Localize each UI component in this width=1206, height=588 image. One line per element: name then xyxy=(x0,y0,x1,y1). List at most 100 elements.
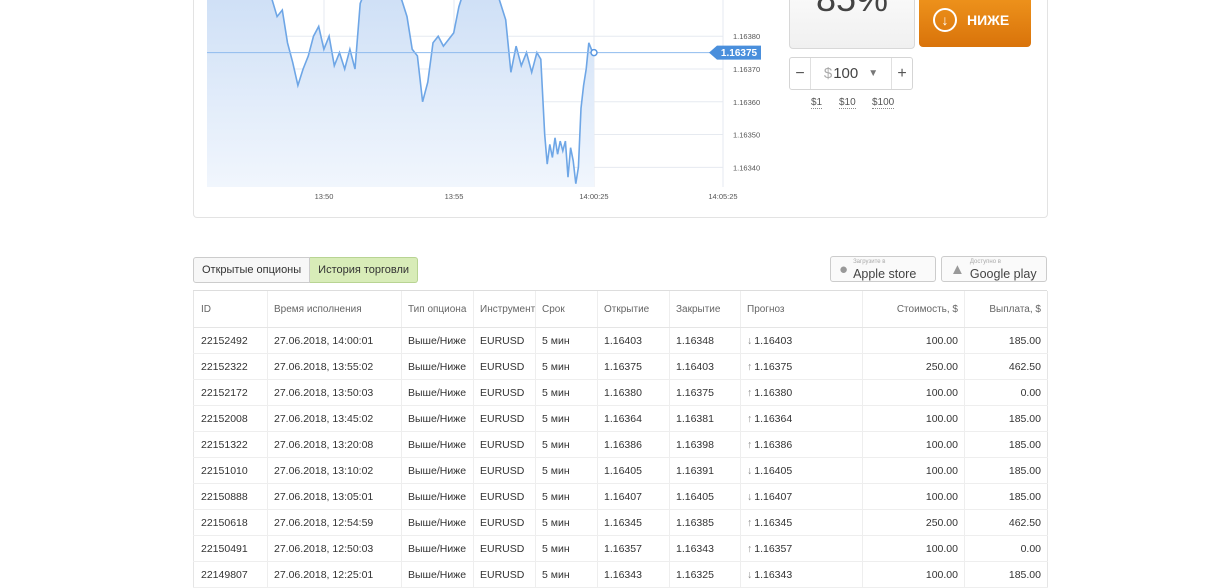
quick-amount-100[interactable]: $100 xyxy=(872,97,895,109)
cell-open: 1.16357 xyxy=(597,535,670,562)
cell-forecast: ↓ 1.16343 xyxy=(740,561,863,588)
cell-term: 5 мин xyxy=(535,353,598,380)
table-row: 22150491 27.06.2018, 12:50:03 Выше/Ниже EUR… xyxy=(193,535,1048,562)
arrow-up-icon: ↑ xyxy=(747,412,753,425)
cell-instrument: EURUSD xyxy=(473,535,536,562)
apple-store-button[interactable]: ● Загрузите в Apple store xyxy=(830,256,936,282)
cell-open: 1.16345 xyxy=(597,509,670,536)
cell-close: 1.16391 xyxy=(669,457,741,484)
cell-forecast: ↑ 1.16364 xyxy=(740,405,863,432)
cell-open: 1.16407 xyxy=(597,483,670,510)
col-payout[interactable]: Выплата, $ xyxy=(964,291,1048,328)
table-row: 22150618 27.06.2018, 12:54:59 Выше/Ниже EUR… xyxy=(193,509,1048,536)
cell-id: 22150888 xyxy=(193,483,268,510)
payout-percent-box: 85% xyxy=(789,0,915,49)
amount-value: 100 xyxy=(833,65,859,82)
arrow-down-icon: ↓ xyxy=(747,334,753,347)
col-instrument[interactable]: Инструмент xyxy=(473,291,536,328)
x-tick-label: 14:00:25 xyxy=(579,192,608,201)
arrow-up-icon: ↑ xyxy=(747,386,753,399)
cell-time: 27.06.2018, 14:00:01 xyxy=(267,327,402,354)
forecast-value: 1.16403 xyxy=(754,334,793,347)
col-close[interactable]: Закрытие xyxy=(669,291,741,328)
cell-term: 5 мин xyxy=(535,561,598,588)
cell-open: 1.16386 xyxy=(597,431,670,458)
cell-close: 1.16403 xyxy=(669,353,741,380)
cell-term: 5 мин xyxy=(535,327,598,354)
apple-icon: ● xyxy=(839,260,849,278)
google-play-button[interactable]: ▲ Доступно в Google play xyxy=(941,256,1047,282)
cell-cost: 100.00 xyxy=(862,405,965,432)
cell-type: Выше/Ниже xyxy=(401,327,474,354)
cell-instrument: EURUSD xyxy=(473,457,536,484)
table-row: 22152322 27.06.2018, 13:55:02 Выше/Ниже EUR… xyxy=(193,353,1048,380)
cell-close: 1.16405 xyxy=(669,483,741,510)
increase-amount-button[interactable]: + xyxy=(891,58,912,89)
table-row: 22152172 27.06.2018, 13:50:03 Выше/Ниже EUR… xyxy=(193,379,1048,406)
cell-type: Выше/Ниже xyxy=(401,561,474,588)
x-tick-label: 13:55 xyxy=(445,192,464,201)
trade-history-table-wrap: ID Время исполнения Тип опциона Инструме… xyxy=(193,290,1048,588)
col-open[interactable]: Открытие xyxy=(597,291,670,328)
cell-cost: 100.00 xyxy=(862,327,965,354)
forecast-value: 1.16375 xyxy=(754,360,793,373)
cell-open: 1.16403 xyxy=(597,327,670,354)
quick-amount-1[interactable]: $1 xyxy=(811,97,823,109)
cell-close: 1.16398 xyxy=(669,431,741,458)
col-id[interactable]: ID xyxy=(193,291,268,328)
cell-open: 1.16375 xyxy=(597,353,670,380)
col-term[interactable]: Срок xyxy=(535,291,598,328)
y-tick-label: 1.16340 xyxy=(733,163,760,172)
cell-payout: 185.00 xyxy=(964,327,1048,354)
tab-open-options[interactable]: Открытые опционы xyxy=(193,257,311,283)
cell-payout: 462.50 xyxy=(964,509,1048,536)
cell-time: 27.06.2018, 12:50:03 xyxy=(267,535,402,562)
cell-time: 27.06.2018, 13:50:03 xyxy=(267,379,402,406)
price-area xyxy=(207,0,594,187)
col-type[interactable]: Тип опциона xyxy=(401,291,474,328)
decrease-amount-button[interactable]: − xyxy=(790,58,811,89)
arrow-up-icon: ↑ xyxy=(747,542,753,555)
cell-forecast: ↑ 1.16386 xyxy=(740,431,863,458)
cell-time: 27.06.2018, 12:54:59 xyxy=(267,509,402,536)
cell-term: 5 мин xyxy=(535,509,598,536)
cell-id: 22152492 xyxy=(193,327,268,354)
arrow-down-icon: ↓ xyxy=(747,568,753,581)
cell-forecast: ↑ 1.16375 xyxy=(740,353,863,380)
tabs: Открытые опционы История торговли xyxy=(193,257,419,283)
y-tick-label: 1.16380 xyxy=(733,32,760,41)
x-tick-label: 14:05:25 xyxy=(708,192,737,201)
current-price-dot xyxy=(590,48,598,57)
cell-payout: 0.00 xyxy=(964,535,1048,562)
lower-button[interactable]: ↓ НИЖЕ xyxy=(919,0,1031,47)
quick-amount-10[interactable]: $10 xyxy=(839,97,856,109)
y-tick-label: 1.16350 xyxy=(733,131,760,140)
cell-type: Выше/Ниже xyxy=(401,379,474,406)
cell-forecast: ↓ 1.16407 xyxy=(740,483,863,510)
cell-open: 1.16364 xyxy=(597,405,670,432)
x-tick-label: 13:50 xyxy=(315,192,334,201)
cell-term: 5 мин xyxy=(535,483,598,510)
google-play-label: Google play xyxy=(969,266,1037,281)
col-time[interactable]: Время исполнения xyxy=(267,291,402,328)
tab-trade-history[interactable]: История торговли xyxy=(310,257,419,283)
table-row: 22152492 27.06.2018, 14:00:01 Выше/Ниже EUR… xyxy=(193,327,1048,354)
amount-stepper[interactable]: − $ 100 ▼ + xyxy=(789,57,913,90)
cell-type: Выше/Ниже xyxy=(401,483,474,510)
col-cost[interactable]: Стоимость, $ xyxy=(862,291,965,328)
cell-payout: 185.00 xyxy=(964,405,1048,432)
cell-instrument: EURUSD xyxy=(473,405,536,432)
col-forecast[interactable]: Прогноз xyxy=(740,291,863,328)
cell-type: Выше/Ниже xyxy=(401,457,474,484)
y-tick-label: 1.16360 xyxy=(733,98,760,107)
cell-cost: 100.00 xyxy=(862,457,965,484)
amount-select[interactable]: $ 100 ▼ xyxy=(811,58,891,89)
cell-cost: 100.00 xyxy=(862,535,965,562)
cell-term: 5 мин xyxy=(535,431,598,458)
cell-cost: 100.00 xyxy=(862,431,965,458)
forecast-value: 1.16343 xyxy=(754,568,793,581)
cell-cost: 250.00 xyxy=(862,509,965,536)
cell-forecast: ↑ 1.16345 xyxy=(740,509,863,536)
table-row: 22151322 27.06.2018, 13:20:08 Выше/Ниже EUR… xyxy=(193,431,1048,458)
cell-instrument: EURUSD xyxy=(473,561,536,588)
